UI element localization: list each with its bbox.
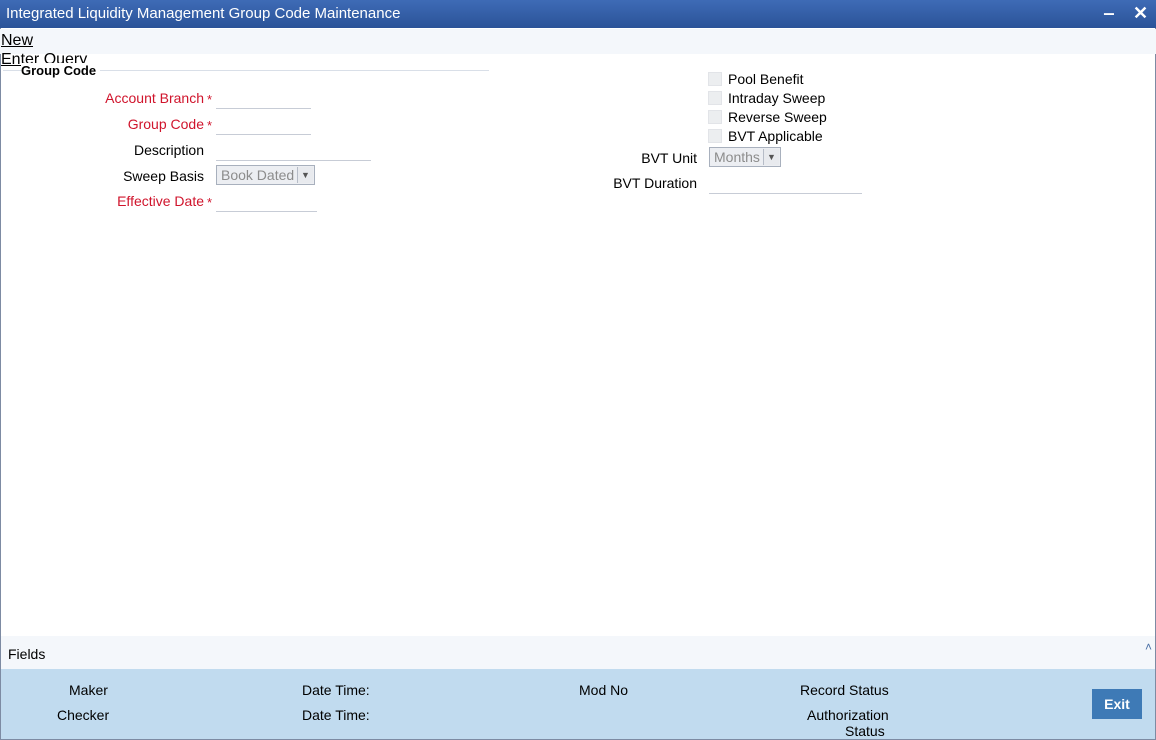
bvt-duration-input[interactable] <box>709 173 862 194</box>
chevron-down-icon: ▼ <box>297 167 313 183</box>
description-input[interactable] <box>216 140 371 161</box>
authorization-status-label: Status <box>845 723 885 739</box>
group-code-label: Group Code <box>127 116 204 132</box>
account-branch-input[interactable] <box>216 88 311 109</box>
record-status-label: Record Status <box>800 682 889 698</box>
bvt-unit-value: Months <box>714 149 760 165</box>
account-branch-label: Account Branch <box>105 90 204 106</box>
reverse-sweep-checkbox[interactable] <box>708 110 722 124</box>
audit-footer: Maker Checker Date Time: Date Time: Mod … <box>1 669 1155 739</box>
bvt-applicable-checkbox[interactable] <box>708 129 722 143</box>
sweep-basis-select[interactable]: Book Dated ▼ <box>216 165 315 185</box>
required-marker: * <box>207 195 213 210</box>
reverse-sweep-label: Reverse Sweep <box>728 109 827 125</box>
group-code-input[interactable] <box>216 114 311 135</box>
sweep-basis-label: Sweep Basis <box>123 168 204 184</box>
chevron-down-icon: ▼ <box>763 149 779 165</box>
effective-date-input[interactable] <box>216 191 317 212</box>
checker-label: Checker <box>57 707 110 723</box>
description-label: Description <box>133 142 204 158</box>
maker-date-time-label: Date Time: <box>302 682 370 698</box>
sweep-basis-value: Book Dated <box>221 167 295 183</box>
new-link[interactable]: New <box>1 32 33 50</box>
fields-label: Fields <box>8 646 46 662</box>
bvt-duration-label: BVT Duration <box>613 175 697 191</box>
pool-benefit-checkbox[interactable] <box>708 72 722 86</box>
chevron-up-icon[interactable]: ˄ <box>1145 640 1152 654</box>
intraday-sweep-checkbox[interactable] <box>708 91 722 105</box>
required-marker: * <box>207 92 213 107</box>
minimize-icon[interactable]: ‒ <box>1104 3 1114 24</box>
fields-bar[interactable]: Fields ˄ <box>1 636 1155 669</box>
exit-button[interactable]: Exit <box>1092 689 1142 719</box>
intraday-sweep-label: Intraday Sweep <box>728 90 826 106</box>
window-title: Integrated Liquidity Management Group Co… <box>6 5 401 22</box>
pool-benefit-label: Pool Benefit <box>728 71 804 87</box>
close-icon[interactable]: ✕ <box>1133 3 1148 24</box>
bvt-applicable-label: BVT Applicable <box>728 128 823 144</box>
title-bar: Integrated Liquidity Management Group Co… <box>0 0 1156 28</box>
authorization-label: Authorization <box>807 707 889 723</box>
menu-bar <box>0 29 1156 54</box>
mod-no-label: Mod No <box>579 682 629 698</box>
bvt-unit-select[interactable]: Months ▼ <box>709 147 781 167</box>
bvt-unit-label: BVT Unit <box>641 150 697 166</box>
effective-date-label: Effective Date <box>117 193 204 209</box>
section-legend: Group Code <box>21 63 101 78</box>
maker-label: Maker <box>69 682 108 698</box>
required-marker: * <box>207 118 213 133</box>
checker-date-time-label: Date Time: <box>302 707 370 723</box>
window-frame <box>0 0 1156 740</box>
